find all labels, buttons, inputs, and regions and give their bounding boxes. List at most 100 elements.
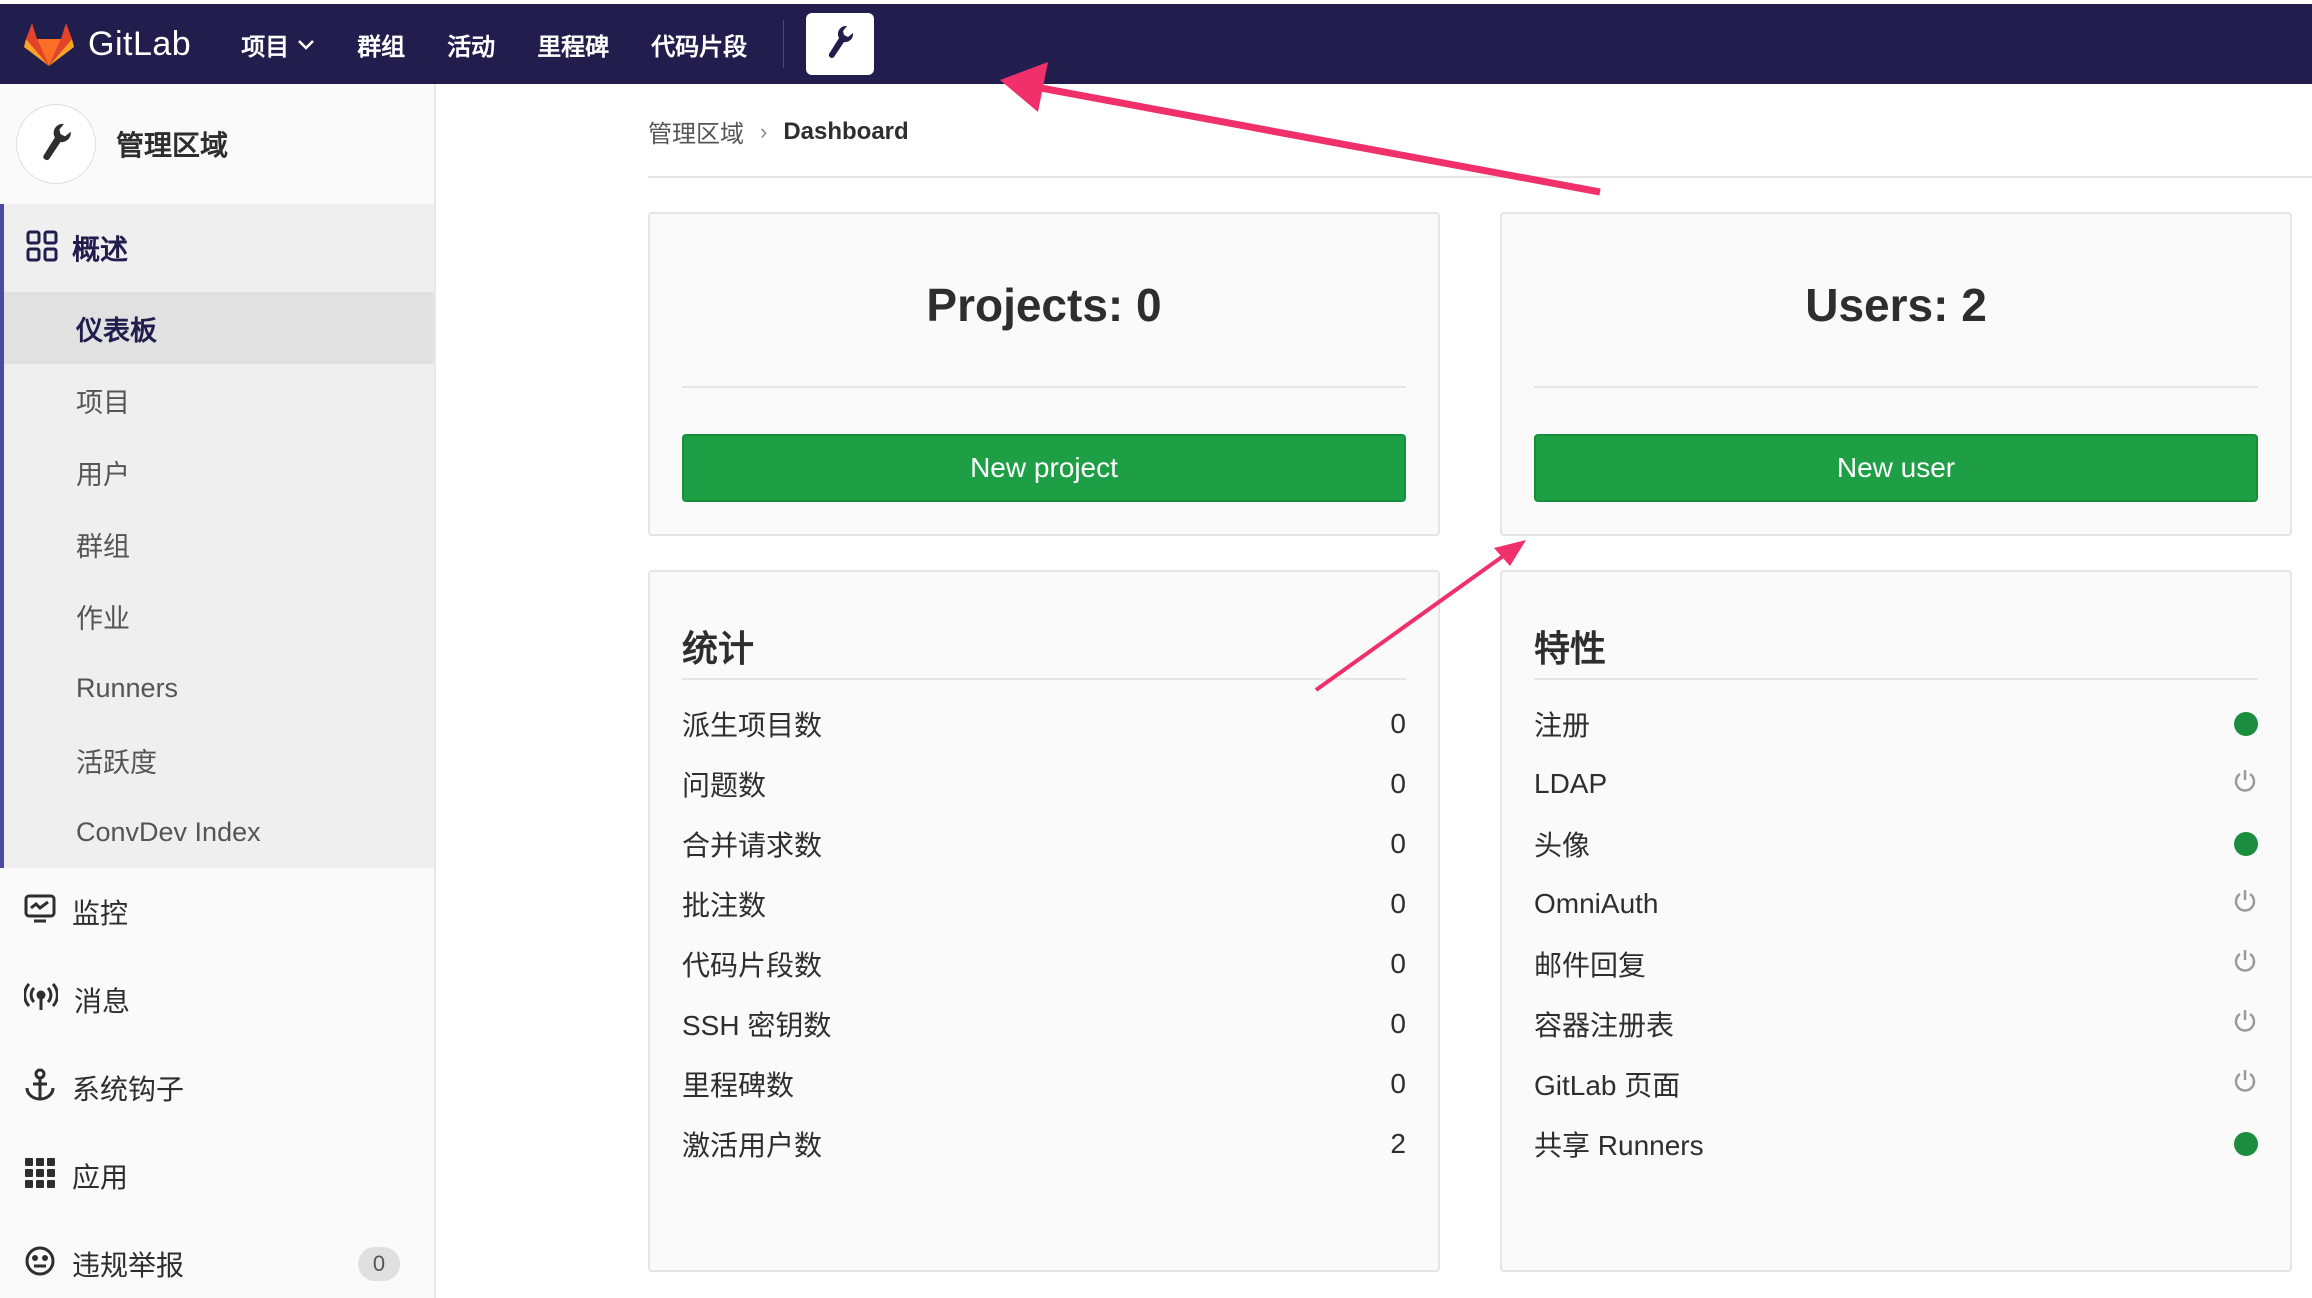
sidebar-title: 管理区域 [116, 130, 229, 161]
brand-name: GitLab [88, 24, 192, 63]
feature-disabled-power-icon [2232, 948, 2258, 981]
breadcrumb-current: Dashboard [783, 117, 909, 145]
feature-row: 邮件回复 [1534, 934, 2258, 994]
statistics-label: SSH 密钥数 [682, 1010, 832, 1041]
card-divider [1534, 386, 2258, 388]
sidebar-header[interactable]: 管理区域 [0, 84, 434, 204]
feature-label: OmniAuth [1534, 888, 1659, 919]
sidebar-item-applications-label: 应用 [72, 1162, 129, 1193]
projects-card: Projects: 0 New project [648, 212, 1440, 536]
sidebar-item-applications[interactable]: 应用 [0, 1132, 434, 1220]
statistics-value: 2 [1390, 1128, 1406, 1159]
sidebar-item-overview-label: 概述 [72, 234, 129, 265]
statistics-label: 里程碑数 [682, 1070, 795, 1101]
statistics-row: 批注数 0 [682, 874, 1406, 934]
sidebar-subitem-convdev-index[interactable]: ConvDev Index [4, 796, 434, 868]
breadcrumb-chevron-icon: › [760, 118, 768, 144]
sidebar-subitem-dashboard[interactable]: 仪表板 [4, 292, 434, 364]
statistics-row: SSH 密钥数 0 [682, 994, 1406, 1054]
nav-milestones-label: 里程碑 [537, 33, 610, 61]
feature-disabled-power-icon [2232, 1008, 2258, 1041]
breadcrumb-divider [648, 176, 2312, 178]
wrench-icon [39, 121, 73, 168]
statistics-value: 0 [1390, 1068, 1406, 1099]
feature-label: GitLab 页面 [1534, 1070, 1681, 1101]
statistics-row: 里程碑数 0 [682, 1054, 1406, 1114]
statistics-list: 派生项目数 0 问题数 0 合并请求数 0 批注数 0 代码片段数 0 SSH 密钥数 0 里程碑数 0 激… [682, 694, 1406, 1174]
statistics-label: 代码片段数 [682, 950, 823, 981]
statistics-row: 派生项目数 0 [682, 694, 1406, 754]
projects-count-title: Projects: 0 [926, 279, 1162, 331]
brand[interactable]: GitLab [24, 21, 191, 67]
statistics-label: 激活用户数 [682, 1130, 823, 1161]
feature-row: 注册 [1534, 694, 2258, 754]
nav-snippets[interactable]: 代码片段 [651, 27, 747, 62]
wrench-icon [825, 24, 855, 65]
nav-groups-label: 群组 [357, 33, 406, 61]
feature-label: LDAP [1534, 768, 1608, 799]
feature-row: GitLab 页面 [1534, 1054, 2258, 1114]
feature-row: 共享 Runners [1534, 1114, 2258, 1174]
statistics-value: 0 [1390, 768, 1406, 799]
statistics-value: 0 [1390, 888, 1406, 919]
nav-milestones[interactable]: 里程碑 [537, 27, 609, 62]
statistics-title: 统计 [682, 628, 755, 669]
sidebar-subitem-projects[interactable]: 项目 [4, 364, 434, 436]
sidebar-item-abuse-reports-label: 违规举报 [72, 1250, 185, 1281]
statistics-label: 派生项目数 [682, 710, 823, 741]
sidebar-subitem-groups[interactable]: 群组 [4, 508, 434, 580]
statistics-label: 问题数 [682, 770, 767, 801]
nav-activity-label: 活动 [447, 33, 496, 61]
card-divider [682, 678, 1406, 680]
nav-activity[interactable]: 活动 [447, 27, 495, 62]
feature-label: 注册 [1534, 710, 1591, 741]
statistics-label: 合并请求数 [682, 830, 823, 861]
feature-label: 容器注册表 [1534, 1010, 1675, 1041]
new-project-button[interactable]: New project [682, 434, 1406, 502]
feature-disabled-power-icon [2232, 1068, 2258, 1101]
feature-row: LDAP [1534, 754, 2258, 814]
nav-groups[interactable]: 群组 [357, 27, 405, 62]
nav-divider [783, 20, 785, 68]
features-list: 注册 LDAP 头像 OmniAuth 邮件回复 容器注册表 GitLab 页面 共享 Run… [1534, 694, 2258, 1174]
new-user-button[interactable]: New user [1534, 434, 2258, 502]
features-title: 特性 [1534, 628, 1607, 669]
statistics-row: 代码片段数 0 [682, 934, 1406, 994]
feature-enabled-dot-icon [2234, 1132, 2258, 1156]
statistics-value: 0 [1390, 828, 1406, 859]
sidebar-item-messages-label: 消息 [74, 986, 131, 1017]
card-divider [1534, 678, 2258, 680]
sidebar-subitem-jobs[interactable]: 作业 [4, 580, 434, 652]
sidebar-item-system-hooks-label: 系统钩子 [72, 1074, 185, 1105]
sidebar-item-system-hooks[interactable]: 系统钩子 [0, 1044, 434, 1132]
feature-enabled-dot-icon [2234, 832, 2258, 856]
users-card: Users: 2 New user [1500, 212, 2292, 536]
sidebar-item-overview[interactable]: 概述 [4, 204, 434, 292]
admin-sidebar: 管理区域 概述 仪表板 项目 用户 群组 作业 Runners 活跃度 Conv… [0, 84, 436, 1298]
anchor-icon [24, 1068, 56, 1109]
gitlab-logo-icon [24, 21, 74, 67]
feature-row: OmniAuth [1534, 874, 2258, 934]
feature-row: 容器注册表 [1534, 994, 2258, 1054]
overview-grid-icon [26, 230, 58, 267]
sidebar-subitem-users[interactable]: 用户 [4, 436, 434, 508]
breadcrumb-admin-area-link[interactable]: 管理区域 [648, 114, 744, 149]
feature-label: 共享 Runners [1534, 1130, 1704, 1161]
sidebar-subitem-runners[interactable]: Runners [4, 652, 434, 724]
chevron-down-icon [297, 30, 315, 58]
statistics-label: 批注数 [682, 890, 767, 921]
feature-disabled-power-icon [2232, 768, 2258, 801]
statistics-row: 合并请求数 0 [682, 814, 1406, 874]
face-icon [24, 1245, 56, 1284]
features-card: 特性 注册 LDAP 头像 OmniAuth 邮件回复 容器注册表 GitLab 页面 共享 … [1500, 570, 2292, 1272]
sidebar-item-messages[interactable]: 消息 [0, 956, 434, 1044]
sidebar-subitem-activity[interactable]: 活跃度 [4, 724, 434, 796]
sidebar-item-abuse-reports[interactable]: 违规举报 0 [0, 1220, 434, 1298]
broadcast-icon [23, 982, 59, 1019]
statistics-card: 统计 派生项目数 0 问题数 0 合并请求数 0 批注数 0 代码片段数 0 SSH 密钥数 0 里程碑… [648, 570, 1440, 1272]
admin-area-button[interactable] [806, 13, 875, 75]
feature-enabled-dot-icon [2234, 712, 2258, 736]
nav-projects[interactable]: 项目 [241, 27, 315, 62]
sidebar-item-monitoring[interactable]: 监控 [0, 868, 434, 956]
sidebar-group-overview: 概述 仪表板 项目 用户 群组 作业 Runners 活跃度 ConvDev I… [0, 204, 434, 868]
